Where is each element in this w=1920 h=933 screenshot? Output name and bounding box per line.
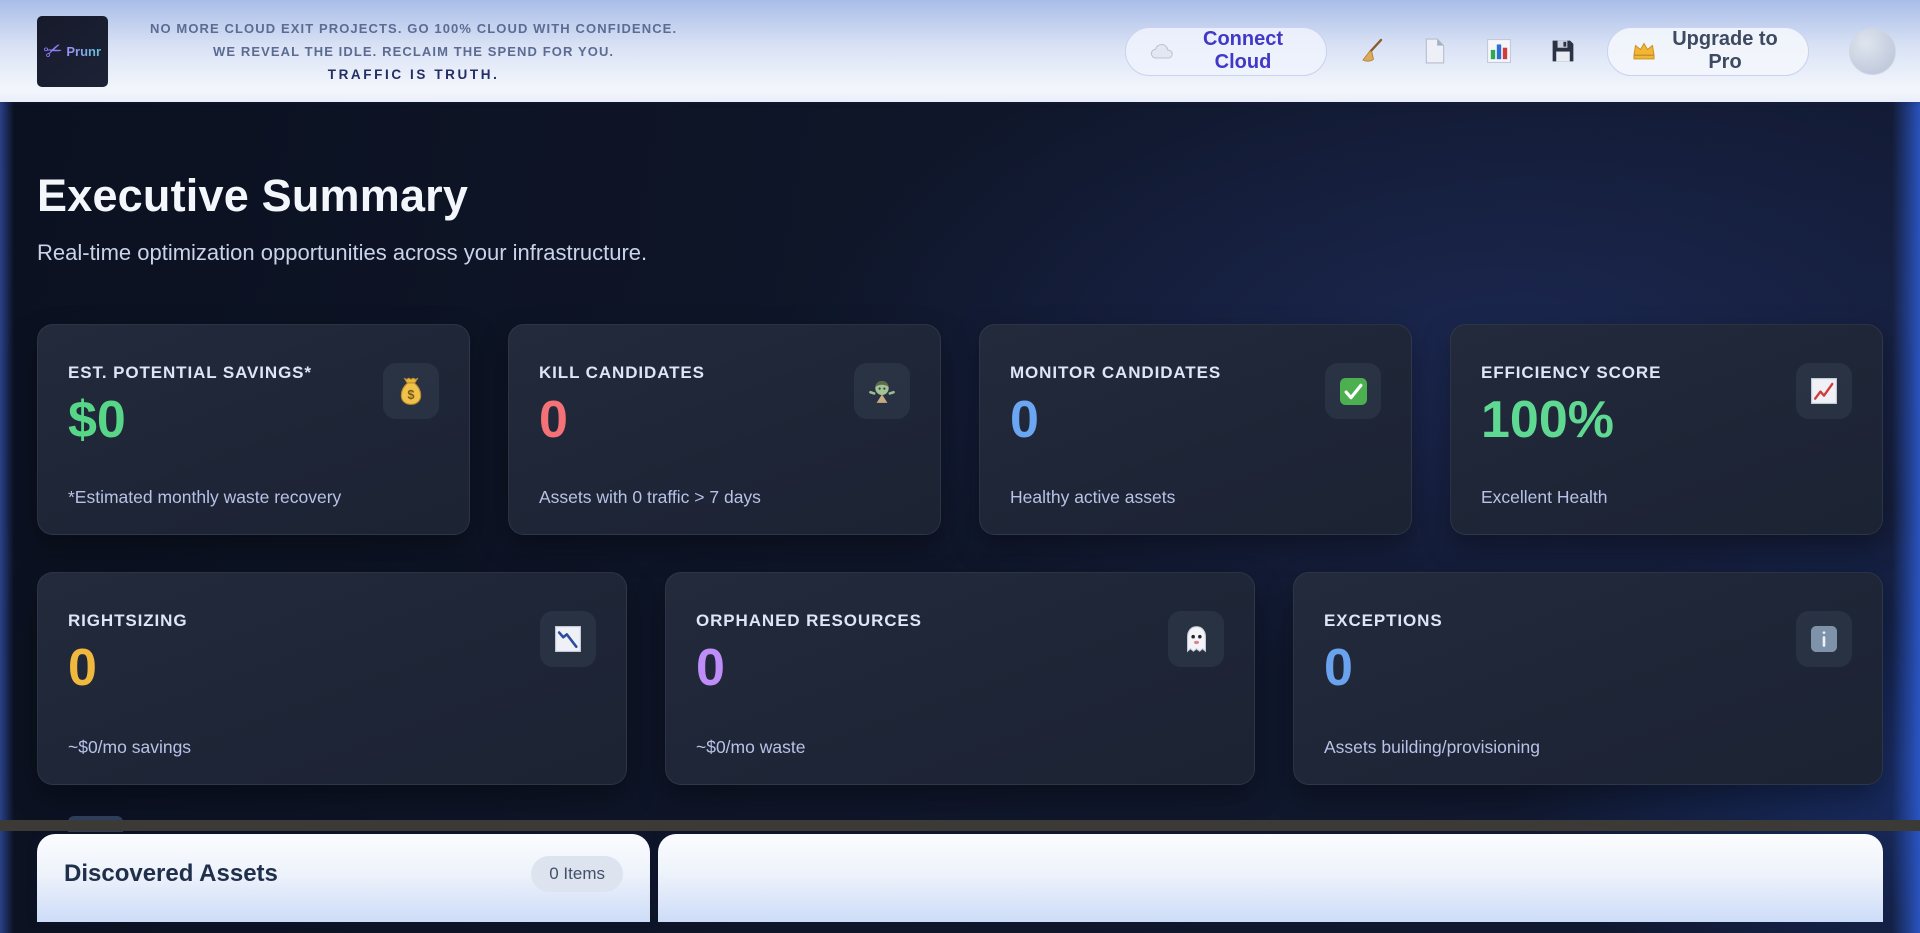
stat-card-orphaned-resources: ORPHANED RESOURCES 0 ~$0/mo waste bbox=[665, 572, 1255, 785]
stat-card-rightsizing: RIGHTSIZING 0 ~$0/mo savings bbox=[37, 572, 627, 785]
cloud-icon bbox=[1150, 43, 1174, 59]
card-icon-badge bbox=[1796, 611, 1852, 667]
card-icon-badge bbox=[540, 611, 596, 667]
user-avatar[interactable] bbox=[1849, 28, 1896, 75]
card-label: ORPHANED RESOURCES bbox=[696, 611, 1224, 631]
toolbar-button-broom[interactable] bbox=[1351, 31, 1391, 71]
bottom-panels: Discovered Assets 0 Items bbox=[37, 834, 1883, 922]
page-title: Executive Summary bbox=[37, 102, 1883, 222]
scissors-icon: ✂ bbox=[40, 36, 66, 67]
app-header: ✂ Prunr NO MORE CLOUD EXIT PROJECTS. GO … bbox=[0, 0, 1920, 102]
upgrade-to-pro-button[interactable]: Upgrade to Pro bbox=[1607, 27, 1809, 76]
upgrade-to-pro-label: Upgrade to Pro bbox=[1666, 28, 1784, 74]
zombie-icon bbox=[868, 377, 896, 405]
stat-cards-row-1: EST. POTENTIAL SAVINGS* $0 *Estimated mo… bbox=[37, 324, 1883, 535]
left-edge-glow bbox=[0, 102, 14, 933]
items-count-badge: 0 Items bbox=[531, 856, 623, 892]
card-subtitle: Excellent Health bbox=[1481, 487, 1852, 508]
page-icon bbox=[1424, 38, 1446, 64]
money-bag-icon: $ bbox=[398, 377, 424, 406]
svg-text:$: $ bbox=[407, 387, 414, 402]
information-icon bbox=[1811, 626, 1837, 652]
card-value: 0 bbox=[1324, 641, 1852, 695]
main-content: Executive Summary Real-time optimization… bbox=[0, 102, 1920, 933]
tagline: NO MORE CLOUD EXIT PROJECTS. GO 100% CLO… bbox=[150, 17, 677, 86]
card-subtitle: Assets building/provisioning bbox=[1324, 737, 1852, 758]
connect-cloud-button[interactable]: Connect Cloud bbox=[1125, 27, 1327, 76]
crown-icon bbox=[1632, 42, 1656, 61]
check-mark-icon bbox=[1340, 378, 1367, 405]
floppy-disk-icon bbox=[1551, 39, 1575, 63]
card-label: EXCEPTIONS bbox=[1324, 611, 1852, 631]
tagline-line-2: WE REVEAL THE IDLE. RECLAIM THE SPEND FO… bbox=[150, 40, 677, 63]
stat-card-efficiency-score: EFFICIENCY SCORE 100% Excellent Health bbox=[1450, 324, 1883, 535]
broom-icon bbox=[1358, 38, 1384, 64]
toolbar-button-page[interactable] bbox=[1415, 31, 1455, 71]
tagline-line-1: NO MORE CLOUD EXIT PROJECTS. GO 100% CLO… bbox=[150, 17, 677, 40]
card-icon-badge bbox=[854, 363, 910, 419]
bottom-strip bbox=[0, 820, 1920, 831]
card-subtitle: Healthy active assets bbox=[1010, 487, 1381, 508]
right-edge-glow bbox=[1892, 102, 1920, 933]
card-value: 0 bbox=[696, 641, 1224, 695]
stat-card-est-potential-savings: EST. POTENTIAL SAVINGS* $0 *Estimated mo… bbox=[37, 324, 470, 535]
card-value: 0 bbox=[68, 641, 596, 695]
page-subtitle: Real-time optimization opportunities acr… bbox=[37, 238, 1883, 268]
stat-card-kill-candidates: KILL CANDIDATES 0 Assets with 0 traffic … bbox=[508, 324, 941, 535]
card-icon-badge bbox=[1168, 611, 1224, 667]
card-icon-badge bbox=[1325, 363, 1381, 419]
stat-cards-row-2: RIGHTSIZING 0 ~$0/mo savings ORPHANED RE… bbox=[37, 572, 1883, 785]
card-label: RIGHTSIZING bbox=[68, 611, 596, 631]
chart-decreasing-icon bbox=[555, 626, 581, 652]
stat-card-monitor-candidates: MONITOR CANDIDATES 0 Healthy active asse… bbox=[979, 324, 1412, 535]
tagline-line-3: TRAFFIC IS TRUTH. bbox=[150, 63, 677, 86]
brand-logo[interactable]: ✂ Prunr bbox=[37, 16, 108, 87]
discovered-assets-title: Discovered Assets bbox=[64, 860, 278, 888]
connect-cloud-label: Connect Cloud bbox=[1184, 28, 1302, 74]
brand-name: Prunr bbox=[66, 44, 101, 59]
card-subtitle: ~$0/mo savings bbox=[68, 737, 596, 758]
bar-chart-icon bbox=[1487, 39, 1511, 63]
side-panel bbox=[658, 834, 1883, 922]
ghost-icon bbox=[1183, 625, 1210, 654]
discovered-assets-panel: Discovered Assets 0 Items bbox=[37, 834, 650, 922]
card-icon-badge bbox=[1796, 363, 1852, 419]
app-root: ✂ Prunr NO MORE CLOUD EXIT PROJECTS. GO … bbox=[0, 0, 1920, 933]
card-subtitle: *Estimated monthly waste recovery bbox=[68, 487, 439, 508]
header-actions: Connect Cloud bbox=[1125, 27, 1896, 76]
toolbar-button-save[interactable] bbox=[1543, 31, 1583, 71]
chart-increasing-icon bbox=[1811, 378, 1837, 404]
card-subtitle: ~$0/mo waste bbox=[696, 737, 1224, 758]
stat-card-exceptions: EXCEPTIONS 0 Assets building/provisionin… bbox=[1293, 572, 1883, 785]
card-icon-badge: $ bbox=[383, 363, 439, 419]
toolbar-button-bar-chart[interactable] bbox=[1479, 31, 1519, 71]
card-subtitle: Assets with 0 traffic > 7 days bbox=[539, 487, 910, 508]
